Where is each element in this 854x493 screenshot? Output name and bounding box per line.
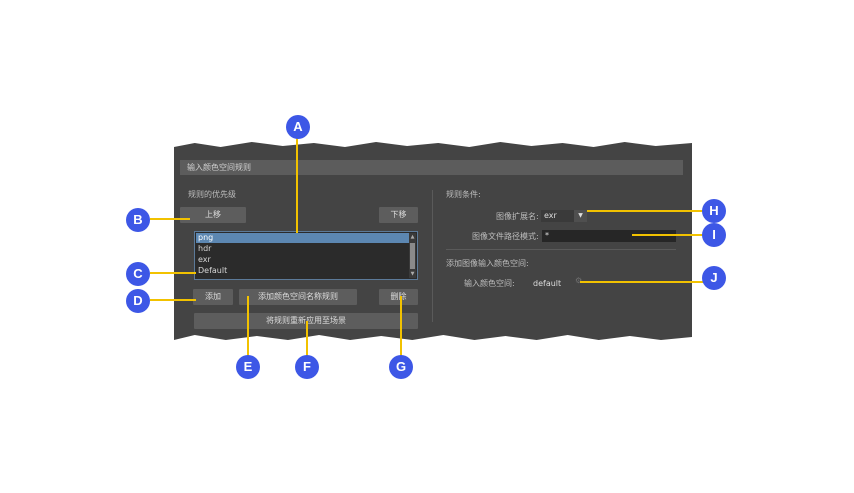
callout-line-a [296, 138, 298, 233]
delete-button[interactable]: 删除 [379, 289, 418, 305]
add-button[interactable]: 添加 [193, 289, 233, 305]
callout-badge-c: C [126, 262, 150, 286]
callout-line-e [247, 296, 249, 358]
callout-badge-f: F [295, 355, 319, 379]
image-path-pattern-input[interactable]: * [542, 230, 676, 242]
callout-line-b [150, 218, 190, 220]
add-input-color-space-label: 添加图像输入颜色空间: [446, 259, 529, 268]
move-down-button[interactable]: 下移 [379, 207, 418, 223]
callout-badge-b: B [126, 208, 150, 232]
callout-line-i [632, 234, 704, 236]
list-item[interactable]: exr [196, 255, 409, 265]
priority-label: 规则的优先级 [188, 190, 236, 199]
callout-badge-d: D [126, 289, 150, 313]
callout-line-f [306, 321, 308, 358]
rule-conditions-label: 规则条件: [446, 190, 481, 199]
callout-badge-i: I [702, 223, 726, 247]
callout-line-g [400, 296, 402, 358]
right-divider [446, 249, 676, 250]
scroll-down-icon[interactable]: ▼ [409, 270, 416, 278]
image-extension-value: exr [544, 211, 557, 220]
move-up-button[interactable]: 上移 [180, 207, 246, 223]
input-color-space-value[interactable]: default [533, 278, 561, 289]
list-scrollbar[interactable]: ▲ ▼ [409, 233, 416, 278]
list-item[interactable]: png [196, 233, 409, 243]
image-path-pattern-label: 图像文件路径模式: [472, 232, 539, 241]
triangle-down-icon[interactable]: ▼ [574, 210, 587, 222]
input-color-space-label: 输入颜色空间: [464, 279, 515, 288]
callout-badge-e: E [236, 355, 260, 379]
scroll-up-icon[interactable]: ▲ [409, 233, 416, 241]
image-extension-dropdown[interactable]: exr ▼ [541, 210, 587, 222]
callout-line-c [150, 272, 196, 274]
image-extension-label: 图像扩展名: [496, 212, 539, 221]
callout-badge-g: G [389, 355, 413, 379]
rule-priority-list[interactable]: png hdr exr Default ▲ ▼ [194, 231, 418, 280]
callout-badge-j: J [702, 266, 726, 290]
callout-badge-h: H [702, 199, 726, 223]
callout-line-d [150, 299, 196, 301]
add-color-space-name-rule-button[interactable]: 添加颜色空间名称规则 [239, 289, 357, 305]
section-header[interactable]: 输入颜色空间规则 [180, 160, 683, 175]
callout-line-h [587, 210, 704, 212]
scrollbar-thumb[interactable] [410, 243, 415, 269]
callout-badge-a: A [286, 115, 310, 139]
column-divider [432, 190, 433, 322]
list-item[interactable]: Default [196, 266, 409, 276]
list-item[interactable]: hdr [196, 244, 409, 254]
callout-line-j [580, 281, 704, 283]
